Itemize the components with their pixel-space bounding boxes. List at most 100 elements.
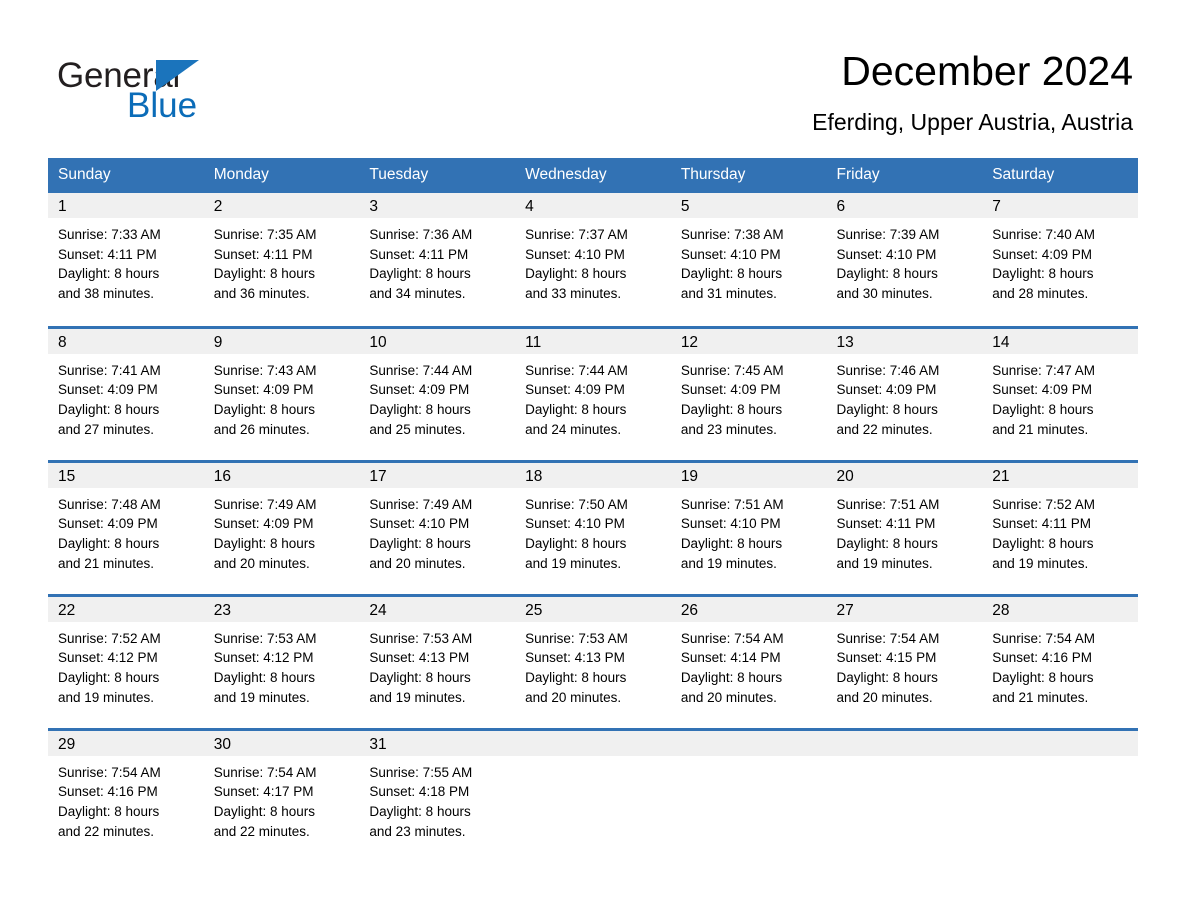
daylight-text-line1: Daylight: 8 hours — [58, 669, 160, 685]
sunrise-text: Sunrise: 7:51 AM — [680, 496, 784, 512]
day-info: Sunrise: 7:52 AM Sunset: 4:12 PM Daylight:… — [48, 622, 204, 708]
daylight-text-line2: and 30 minutes. — [836, 286, 933, 302]
day-info: Sunrise: 7:55 AM Sunset: 4:18 PM Daylight:… — [359, 756, 515, 842]
sunrise-text: Sunrise: 7:54 AM — [836, 630, 940, 646]
sunrise-text: Sunrise: 7:54 AM — [992, 630, 1096, 646]
calendar-day-cell[interactable]: 20 Sunrise: 7:51 AM Sunset: 4:11 PM Dayligh… — [826, 459, 983, 596]
sunset-text: Sunset: 4:09 PM — [680, 382, 781, 398]
day-number: 1 — [48, 193, 204, 219]
day-number: 4 — [515, 193, 671, 219]
calendar-day-cell[interactable]: 25 Sunrise: 7:53 AM Sunset: 4:13 PM Dayligh… — [515, 593, 671, 730]
calendar-day-cell[interactable]: 12 Sunrise: 7:45 AM Sunset: 4:09 PM Dayligh… — [670, 325, 827, 462]
calendar-day-cell[interactable]: 26 Sunrise: 7:54 AM Sunset: 4:14 PM Dayligh… — [670, 593, 827, 730]
daylight-text-line2: and 21 minutes. — [992, 689, 1089, 705]
daylight-text-line2: and 28 minutes. — [992, 286, 1089, 302]
daylight-text-line2: and 22 minutes. — [58, 823, 155, 839]
sunrise-text: Sunrise: 7:46 AM — [836, 362, 940, 378]
calendar-day-cell[interactable]: 16 Sunrise: 7:49 AM Sunset: 4:09 PM Dayligh… — [203, 459, 360, 596]
calendar-day-cell[interactable]: 13 Sunrise: 7:46 AM Sunset: 4:09 PM Dayligh… — [826, 325, 983, 462]
calendar-day-cell[interactable]: 22 Sunrise: 7:52 AM Sunset: 4:12 PM Dayligh… — [48, 593, 204, 730]
sunset-text: Sunset: 4:09 PM — [58, 382, 158, 398]
calendar-body: 1 Sunrise: 7:33 AM Sunset: 4:11 PM Daylight… — [48, 193, 1138, 864]
sunset-text: Sunset: 4:18 PM — [369, 784, 470, 800]
calendar-day-cell[interactable]: 19 Sunrise: 7:51 AM Sunset: 4:10 PM Dayligh… — [670, 459, 827, 596]
sunset-text: Sunset: 4:10 PM — [836, 246, 937, 262]
calendar-day-cell-empty — [670, 727, 827, 864]
calendar-day-cell[interactable]: 4 Sunrise: 7:37 AM Sunset: 4:10 PM Daylight… — [515, 193, 671, 327]
calendar-day-cell[interactable]: 10 Sunrise: 7:44 AM Sunset: 4:09 PM Dayligh… — [359, 325, 516, 462]
title-block: December 2024 Eferding, Upper Austria, A… — [812, 48, 1133, 136]
calendar-day-cell-empty — [826, 727, 983, 864]
day-number: 30 — [203, 730, 360, 756]
daylight-text-line1: Daylight: 8 hours — [525, 401, 627, 417]
day-number: 21 — [982, 462, 1138, 488]
sunrise-text: Sunrise: 7:51 AM — [836, 496, 940, 512]
calendar-day-cell[interactable]: 3 Sunrise: 7:36 AM Sunset: 4:11 PM Daylight… — [359, 193, 516, 327]
day-info: Sunrise: 7:38 AM Sunset: 4:10 PM Daylight:… — [671, 218, 827, 304]
daylight-text-line2: and 20 minutes. — [525, 689, 622, 705]
daylight-text-line2: and 19 minutes. — [680, 555, 777, 571]
calendar-day-cell[interactable]: 1 Sunrise: 7:33 AM Sunset: 4:11 PM Daylight… — [48, 193, 204, 327]
calendar-day-cell[interactable]: 8 Sunrise: 7:41 AM Sunset: 4:09 PM Daylight… — [48, 325, 204, 462]
calendar-week-row: 15 Sunrise: 7:48 AM Sunset: 4:09 PM Dayligh… — [48, 459, 1138, 596]
day-number — [982, 730, 1138, 756]
calendar-day-cell[interactable]: 11 Sunrise: 7:44 AM Sunset: 4:09 PM Dayligh… — [515, 325, 671, 462]
calendar-day-cell[interactable]: 14 Sunrise: 7:47 AM Sunset: 4:09 PM Dayligh… — [982, 325, 1138, 462]
daylight-text-line1: Daylight: 8 hours — [525, 535, 627, 551]
sunrise-text: Sunrise: 7:43 AM — [213, 362, 317, 378]
calendar-day-cell[interactable]: 28 Sunrise: 7:54 AM Sunset: 4:16 PM Dayligh… — [982, 593, 1138, 730]
calendar-day-cell[interactable]: 18 Sunrise: 7:50 AM Sunset: 4:10 PM Dayligh… — [515, 459, 671, 596]
daylight-text-line2: and 31 minutes. — [680, 286, 777, 302]
calendar-day-cell[interactable]: 23 Sunrise: 7:53 AM Sunset: 4:12 PM Dayligh… — [203, 593, 360, 730]
daylight-text-line2: and 19 minutes. — [58, 689, 155, 705]
day-number — [670, 730, 827, 756]
daylight-text-line1: Daylight: 8 hours — [992, 535, 1094, 551]
sunrise-text: Sunrise: 7:36 AM — [369, 227, 473, 243]
daylight-text-line1: Daylight: 8 hours — [992, 669, 1094, 685]
day-number: 17 — [359, 462, 516, 488]
calendar-day-cell[interactable]: 15 Sunrise: 7:48 AM Sunset: 4:09 PM Dayligh… — [48, 459, 204, 596]
day-number — [515, 730, 671, 756]
day-number: 18 — [515, 462, 671, 488]
sunset-text: Sunset: 4:12 PM — [58, 650, 158, 666]
day-info: Sunrise: 7:53 AM Sunset: 4:12 PM Daylight:… — [204, 622, 360, 708]
page-title: December 2024 — [841, 48, 1133, 94]
day-number: 12 — [670, 328, 827, 354]
calendar-day-cell[interactable]: 27 Sunrise: 7:54 AM Sunset: 4:15 PM Dayligh… — [826, 593, 983, 730]
logo-text-blue: Blue — [127, 86, 198, 125]
sunrise-text: Sunrise: 7:54 AM — [213, 764, 317, 780]
day-number: 29 — [48, 730, 204, 756]
sunrise-text: Sunrise: 7:38 AM — [680, 227, 784, 243]
daylight-text-line1: Daylight: 8 hours — [525, 266, 627, 282]
day-number: 15 — [48, 462, 204, 488]
calendar-day-cell[interactable]: 5 Sunrise: 7:38 AM Sunset: 4:10 PM Daylight… — [670, 193, 827, 327]
calendar-day-cell[interactable]: 6 Sunrise: 7:39 AM Sunset: 4:10 PM Daylight… — [826, 193, 983, 327]
calendar-day-cell[interactable]: 9 Sunrise: 7:43 AM Sunset: 4:09 PM Daylight… — [203, 325, 360, 462]
calendar-week-row: 22 Sunrise: 7:52 AM Sunset: 4:12 PM Dayligh… — [48, 593, 1138, 730]
sunset-text: Sunset: 4:12 PM — [213, 650, 314, 666]
day-number: 7 — [982, 193, 1138, 219]
calendar-day-cell[interactable]: 7 Sunrise: 7:40 AM Sunset: 4:09 PM Daylight… — [982, 193, 1138, 327]
sunrise-text: Sunrise: 7:41 AM — [58, 362, 161, 378]
day-info — [982, 756, 1138, 763]
sunrise-text: Sunrise: 7:40 AM — [992, 227, 1096, 243]
sunrise-text: Sunrise: 7:50 AM — [525, 496, 628, 512]
page-header: General Blue December 2024 Eferding, Upp… — [0, 0, 1188, 136]
calendar-day-cell[interactable]: 21 Sunrise: 7:52 AM Sunset: 4:11 PM Dayligh… — [982, 459, 1138, 596]
daylight-text-line2: and 24 minutes. — [525, 421, 622, 437]
sunrise-text: Sunrise: 7:45 AM — [680, 362, 784, 378]
day-number: 8 — [48, 328, 204, 354]
sunrise-text: Sunrise: 7:33 AM — [58, 227, 161, 243]
weekday-header-thursday: Thursday — [670, 158, 827, 194]
calendar-day-cell[interactable]: 24 Sunrise: 7:53 AM Sunset: 4:13 PM Dayligh… — [359, 593, 516, 730]
calendar-day-cell[interactable]: 29 Sunrise: 7:54 AM Sunset: 4:16 PM Dayligh… — [48, 727, 204, 864]
day-info: Sunrise: 7:39 AM Sunset: 4:10 PM Daylight:… — [827, 218, 983, 304]
daylight-text-line2: and 27 minutes. — [58, 421, 155, 437]
daylight-text-line1: Daylight: 8 hours — [213, 401, 316, 417]
daylight-text-line2: and 20 minutes. — [836, 689, 933, 705]
calendar-day-cell[interactable]: 17 Sunrise: 7:49 AM Sunset: 4:10 PM Dayligh… — [359, 459, 516, 596]
calendar-day-cell[interactable]: 30 Sunrise: 7:54 AM Sunset: 4:17 PM Dayligh… — [203, 727, 360, 864]
sunset-text: Sunset: 4:16 PM — [58, 784, 158, 800]
calendar-day-cell[interactable]: 2 Sunrise: 7:35 AM Sunset: 4:11 PM Daylight… — [203, 193, 360, 327]
calendar-day-cell[interactable]: 31 Sunrise: 7:55 AM Sunset: 4:18 PM Dayligh… — [359, 727, 516, 864]
